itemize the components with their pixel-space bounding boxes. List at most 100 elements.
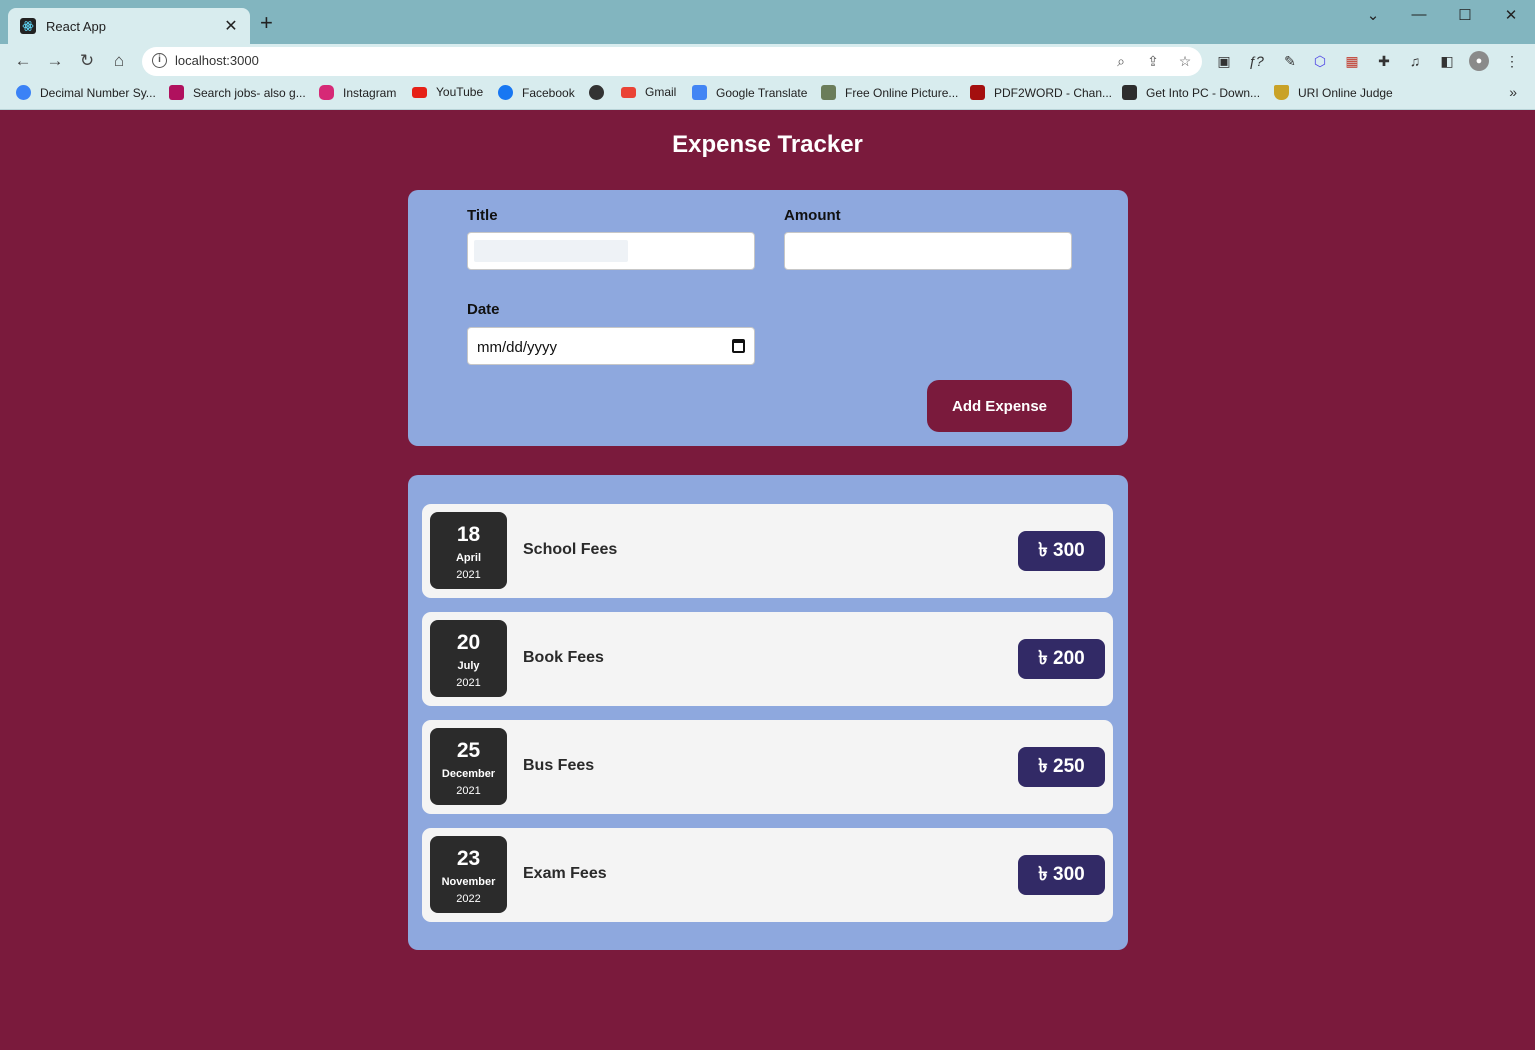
formula-extension-icon[interactable]: ƒ? [1246, 51, 1266, 71]
picture-tool-icon [821, 85, 836, 100]
bookmark-item[interactable] [589, 85, 604, 100]
browser-toolbar: ← → ↻ ⌂ i localhost:3000 ⌕ ⇪ ☆ ▣ ƒ? ✎ ⬡ … [0, 44, 1535, 78]
title-input[interactable] [467, 232, 755, 270]
bookmark-label: Decimal Number Sy... [40, 85, 156, 100]
address-bar[interactable]: i localhost:3000 ⌕ ⇪ ☆ [142, 47, 1202, 76]
expense-date: 18 April 2021 [430, 512, 507, 589]
expense-amount: ৳ 300 [1018, 531, 1105, 571]
bookmark-favicon-icon [169, 85, 184, 100]
game-extension-icon[interactable]: ▦ [1342, 51, 1362, 71]
reload-icon[interactable]: ↻ [76, 50, 98, 72]
bookmark-item[interactable]: Get Into PC - Down... [1122, 85, 1260, 100]
date-label: Date [467, 301, 500, 318]
bookmark-item[interactable]: Instagram [319, 85, 396, 100]
expense-date: 25 December 2021 [430, 728, 507, 805]
screenshot-extension-icon[interactable]: ▣ [1214, 51, 1234, 71]
expense-day: 20 [456, 631, 481, 654]
forward-arrow-icon[interactable]: → [44, 50, 66, 72]
side-panel-icon[interactable]: ◧ [1437, 51, 1457, 71]
profile-avatar-icon[interactable]: ● [1469, 51, 1489, 71]
minimize-icon[interactable]: — [1404, 6, 1434, 23]
bookmark-label: YouTube [436, 85, 484, 99]
instagram-icon [319, 85, 334, 100]
bookmark-item[interactable]: Facebook [498, 85, 575, 100]
bookmark-item[interactable]: Search jobs- also g... [169, 85, 306, 100]
address-url: localhost:3000 [175, 53, 259, 68]
expense-year: 2021 [456, 785, 481, 797]
bookmark-item[interactable]: Google Translate [692, 85, 807, 100]
tab-search-chevron-icon[interactable]: ⌄ [1358, 6, 1388, 24]
share-icon[interactable]: ⇪ [1144, 52, 1162, 70]
more-menu-icon[interactable]: ⋮ [1502, 51, 1522, 71]
expense-month: April [455, 552, 482, 564]
expense-date: 20 July 2021 [430, 620, 507, 697]
autofill-suggestion [474, 240, 628, 262]
expense-day: 23 [456, 847, 481, 870]
bookmark-item[interactable]: Gmail [621, 85, 676, 99]
hexagon-extension-icon[interactable]: ⬡ [1310, 51, 1330, 71]
expense-title: Book Fees [523, 649, 604, 666]
zoom-search-icon[interactable]: ⌕ [1112, 52, 1130, 70]
pdf-icon [970, 85, 985, 100]
extensions-puzzle-icon[interactable]: ✚ [1374, 51, 1394, 71]
bookmark-item[interactable]: URI Online Judge [1274, 85, 1393, 100]
bookmark-label: Free Online Picture... [845, 85, 959, 100]
expense-item[interactable]: 18 April 2021 School Fees ৳ 300 [422, 504, 1113, 598]
trophy-icon [1274, 85, 1289, 100]
browser-tabstrip: React App ✕ + ⌄ — ☐ ✕ [0, 0, 1535, 44]
bookmark-star-icon[interactable]: ☆ [1176, 52, 1194, 70]
amount-input[interactable] [784, 232, 1072, 270]
google-translate-icon [692, 85, 707, 100]
date-placeholder: mm/dd/yyyy [477, 339, 558, 356]
expense-date: 23 November 2022 [430, 836, 507, 913]
expenses-list: 18 April 2021 School Fees ৳ 300 20 July … [408, 475, 1128, 950]
eyedropper-extension-icon[interactable]: ✎ [1280, 51, 1300, 71]
gmail-icon [621, 86, 636, 98]
window-close-icon[interactable]: ✕ [1496, 6, 1526, 24]
new-tab-icon[interactable]: + [260, 12, 273, 34]
bookmarks-overflow-icon[interactable]: » [1509, 84, 1517, 100]
getintopc-icon [1122, 85, 1137, 100]
bookmark-label: Gmail [645, 85, 677, 99]
bookmark-label: Google Translate [716, 85, 808, 100]
expense-year: 2021 [456, 569, 481, 581]
expense-month: November [441, 876, 496, 888]
title-label: Title [467, 207, 498, 224]
expense-item[interactable]: 20 July 2021 Book Fees ৳ 200 [422, 612, 1113, 706]
date-input[interactable]: mm/dd/yyyy [467, 327, 755, 365]
bookmark-label: URI Online Judge [1298, 85, 1393, 100]
page-title: Expense Tracker [672, 131, 863, 158]
browser-tab[interactable]: React App ✕ [8, 8, 250, 44]
expense-day: 25 [456, 739, 481, 762]
expense-amount: ৳ 200 [1018, 639, 1105, 679]
bookmark-label: PDF2WORD - Chan... [994, 85, 1113, 100]
site-info-icon[interactable]: i [152, 53, 167, 68]
media-control-icon[interactable]: ♫ [1405, 51, 1425, 71]
bookmarks-bar: Decimal Number Sy... Search jobs- also g… [0, 78, 1535, 110]
back-arrow-icon[interactable]: ← [12, 50, 34, 72]
expense-amount: ৳ 300 [1018, 855, 1105, 895]
bookmark-label: Get Into PC - Down... [1146, 85, 1261, 100]
calendar-icon[interactable] [732, 339, 745, 353]
globe-icon [589, 85, 604, 100]
expense-item[interactable]: 23 November 2022 Exam Fees ৳ 300 [422, 828, 1113, 922]
expense-amount: ৳ 250 [1018, 747, 1105, 787]
bookmark-label: Facebook [522, 85, 575, 100]
bookmark-item[interactable]: YouTube [412, 85, 483, 99]
add-expense-button[interactable]: Add Expense [927, 380, 1072, 432]
expense-title: School Fees [523, 541, 618, 558]
bookmark-favicon-icon [16, 85, 31, 100]
bookmark-item[interactable]: PDF2WORD - Chan... [970, 85, 1112, 100]
expense-title: Bus Fees [523, 757, 595, 774]
expense-item[interactable]: 25 December 2021 Bus Fees ৳ 250 [422, 720, 1113, 814]
maximize-icon[interactable]: ☐ [1450, 6, 1480, 24]
bookmark-item[interactable]: Free Online Picture... [821, 85, 958, 100]
expense-month: July [457, 660, 480, 672]
facebook-icon [498, 85, 513, 100]
amount-label: Amount [784, 207, 841, 224]
bookmark-item[interactable]: Decimal Number Sy... [16, 85, 156, 100]
close-icon[interactable]: ✕ [222, 16, 240, 36]
react-logo-icon [20, 18, 36, 34]
expense-title: Exam Fees [523, 865, 607, 882]
home-icon[interactable]: ⌂ [108, 50, 130, 72]
